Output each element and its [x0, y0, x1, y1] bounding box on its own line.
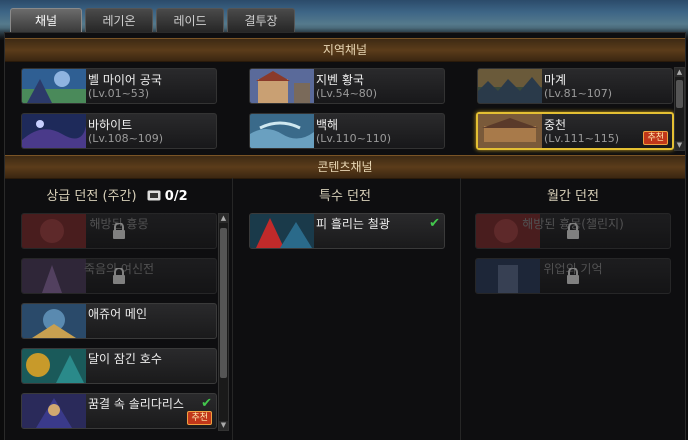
recommended-badge: 추천 [643, 131, 668, 145]
scroll-thumb[interactable] [220, 228, 227, 378]
dungeon-card-azure-main[interactable]: 애쥬어 메인 [21, 303, 217, 339]
scroll-thumb[interactable] [676, 80, 683, 108]
tab-channel[interactable]: 채널 [10, 8, 82, 32]
tab-arena[interactable]: 결투장 [227, 8, 295, 32]
dungeon-card-memory-of-feats[interactable]: 위업의 기억 [475, 258, 671, 294]
recommended-badge: 추천 [187, 411, 212, 425]
region-thumbnail [250, 69, 314, 103]
dungeon-name: 달이 잠긴 호수 [88, 352, 162, 366]
scroll-up-icon[interactable]: ▲ [675, 68, 684, 77]
region-level: (Lv.01~53) [88, 87, 150, 100]
content-section-header: 콘텐츠채널 [5, 155, 685, 179]
column-divider [460, 178, 461, 440]
special-dungeon-title: 특수 던전 [319, 189, 371, 204]
region-scrollbar[interactable]: ▲ ▼ [674, 67, 685, 151]
region-card-jungcheon[interactable]: 중천 (Lv.111~115) 추천 [476, 112, 674, 150]
weekly-scrollbar[interactable]: ▲ ▼ [218, 213, 229, 431]
region-card-demon-world[interactable]: 마계 (Lv.81~107) [477, 68, 673, 104]
weekly-dungeon-title: 상급 던전 (주간) [46, 189, 137, 204]
weekly-entry-count: 0/2 [164, 189, 188, 204]
region-card-bahait[interactable]: 바하이트 (Lv.108~109) [21, 113, 217, 149]
region-card-white-sea[interactable]: 백해 (Lv.110~110) [249, 113, 445, 149]
region-level: (Lv.108~109) [88, 132, 164, 145]
region-level: (Lv.54~80) [316, 87, 378, 100]
check-icon: ✔ [429, 216, 440, 231]
lock-icon [567, 268, 579, 284]
region-thumbnail [22, 69, 86, 103]
dungeon-card-moon-lake[interactable]: 달이 잠긴 호수 [21, 348, 217, 384]
region-card-ziben[interactable]: 지벤 황국 (Lv.54~80) [249, 68, 445, 104]
dungeon-card-dream-solidaris[interactable]: 꿈결 속 솔리다리스 ✔ 추천 [21, 393, 217, 429]
dungeon-name: 피 흘리는 철광 [316, 217, 390, 231]
column-divider [232, 178, 233, 440]
dungeon-card-liberated-nightmare[interactable]: 해방된 흉몽 [21, 213, 217, 249]
tab-bar: 채널 레기온 레이드 결투장 [10, 8, 295, 32]
region-thumbnail [478, 114, 542, 148]
dungeon-thumbnail [22, 349, 86, 383]
lock-icon [113, 268, 125, 284]
dungeon-thumbnail [250, 214, 314, 248]
scroll-up-icon[interactable]: ▲ [219, 214, 228, 223]
region-thumbnail [250, 114, 314, 148]
region-name: 중천 [544, 118, 567, 132]
weekly-dungeon-header: 상급 던전 (주간) 0/2 [17, 185, 217, 204]
region-level: (Lv.81~107) [544, 87, 613, 100]
tab-raid[interactable]: 레이드 [156, 8, 224, 32]
tab-legion[interactable]: 레기온 [85, 8, 153, 32]
region-name: 백해 [316, 118, 339, 132]
dungeon-card-bleeding-mine[interactable]: 피 흘리는 철광 ✔ [249, 213, 445, 249]
dungeon-card-temple-of-death[interactable]: 죽음의 여신전 [21, 258, 217, 294]
dungeon-card-liberated-nightmare-challenge[interactable]: 해방된 흉몽(챌린지) [475, 213, 671, 249]
scroll-down-icon[interactable]: ▼ [219, 421, 228, 430]
region-level: (Lv.110~110) [316, 132, 392, 145]
region-card-bell-myer[interactable]: 벨 마이어 공국 (Lv.01~53) [21, 68, 217, 104]
channel-panel: 지역채널 벨 마이어 공국 (Lv.01~53) 지벤 황국 (Lv.54~80… [4, 32, 686, 440]
region-name: 벨 마이어 공국 [88, 73, 162, 87]
ticket-icon [147, 190, 161, 201]
region-thumbnail [22, 114, 86, 148]
dungeon-name: 애쥬어 메인 [88, 307, 148, 321]
dungeon-thumbnail [22, 394, 86, 428]
dungeon-thumbnail [22, 304, 86, 338]
region-level: (Lv.111~115) [544, 132, 620, 145]
lock-icon [113, 223, 125, 239]
monthly-dungeon-title: 월간 던전 [547, 189, 599, 204]
scroll-down-icon[interactable]: ▼ [675, 141, 684, 150]
region-name: 바하이트 [88, 118, 133, 132]
region-name: 마계 [544, 73, 567, 87]
region-name: 지벤 황국 [316, 73, 364, 87]
region-thumbnail [478, 69, 542, 103]
check-icon: ✔ [201, 396, 212, 411]
lock-icon [567, 223, 579, 239]
region-section-header: 지역채널 [5, 38, 685, 62]
